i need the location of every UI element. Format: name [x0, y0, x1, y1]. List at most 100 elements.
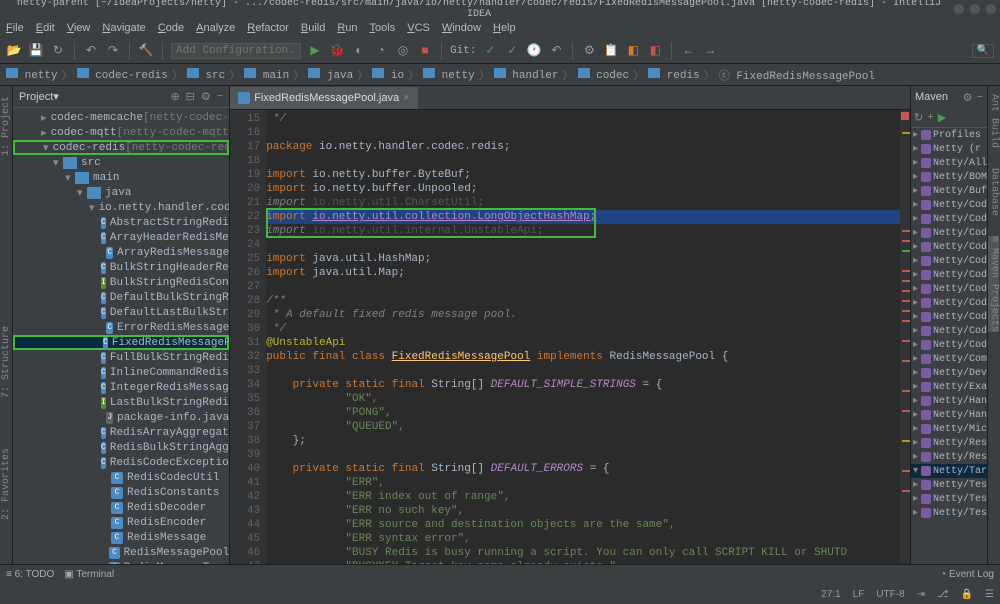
breadcrumb-item[interactable]: codec [578, 68, 630, 82]
maven-item[interactable]: ▸Netty/Cod [911, 212, 987, 226]
tab-fixedredismessagepool[interactable]: FixedRedisMessagePool.java × [230, 87, 417, 109]
tree-item-fixedredismessagepool[interactable]: CFixedRedisMessagePool [13, 335, 229, 350]
menu-run[interactable]: Run [337, 22, 357, 34]
tree-item-arrayredismessage[interactable]: CArrayRedisMessage [13, 245, 229, 260]
favorites-tool-tab[interactable]: 2: Favorites [1, 448, 12, 520]
save-icon[interactable]: 💾 [28, 43, 44, 59]
close-tab-icon[interactable]: × [403, 92, 409, 104]
app-icon-1[interactable]: ◧ [625, 43, 641, 59]
maven-item[interactable]: ▾Netty/Tar [911, 464, 987, 478]
database-tool-tab[interactable]: Database [988, 168, 999, 216]
git-branch[interactable]: ⎇ [937, 589, 949, 600]
expand-icon[interactable]: ⊕ [170, 90, 179, 103]
maven-item[interactable]: ▸Netty/Cod [911, 282, 987, 296]
maven-item[interactable]: ▸Netty/Dev [911, 366, 987, 380]
menu-build[interactable]: Build [301, 22, 325, 34]
maven-item[interactable]: ▸Netty/Res [911, 436, 987, 450]
tree-item-lastbulkstringrediscontent[interactable]: ILastBulkStringRedisContent [13, 395, 229, 410]
maven-item[interactable]: ▸Netty/Han [911, 394, 987, 408]
tree-item-defaultlastbulkstringrediscontent[interactable]: CDefaultLastBulkStringRedisContent [13, 305, 229, 320]
menu-analyze[interactable]: Analyze [196, 22, 235, 34]
tree-item-io-netty-handler-codec-redis[interactable]: ▾io.netty.handler.codec.redis [13, 200, 229, 215]
breadcrumb-item[interactable]: ⓒ FixedRedisMessagePool [719, 67, 875, 83]
ant-tool-tab[interactable]: Ant Build [988, 94, 999, 148]
event-log-tab[interactable]: ◔ Event Log [940, 569, 994, 580]
tree-item-redismessagetype[interactable]: CRedisMessageType [13, 560, 229, 564]
coverage-icon[interactable]: ◐ [351, 43, 367, 59]
profile-icon[interactable]: ◔ [373, 43, 389, 59]
tree-item-bulkstringrediscontent[interactable]: IBulkStringRedisContent [13, 275, 229, 290]
close-icon[interactable] [986, 4, 996, 14]
breadcrumb-item[interactable]: src [187, 68, 225, 82]
git-revert-icon[interactable]: ↶ [548, 43, 564, 59]
breadcrumb-item[interactable]: io [372, 68, 404, 82]
structure-tool-tab[interactable]: 7: Structure [1, 326, 12, 398]
run-icon[interactable]: ▶ [307, 43, 323, 59]
attach-icon[interactable]: ◎ [395, 43, 411, 59]
maven-item[interactable]: ▸Netty/Tes [911, 506, 987, 520]
tree-item-codec-redis[interactable]: ▾codec-redis [netty-codec-redis] [13, 140, 229, 155]
maven-item[interactable]: ▸Netty/Cod [911, 296, 987, 310]
maven-item[interactable]: ▸Netty/Cod [911, 310, 987, 324]
maven-item[interactable]: ▸Netty/All [911, 156, 987, 170]
mem-icon[interactable]: ☰ [985, 589, 994, 600]
tree-item-abstractstringredismessage[interactable]: CAbstractStringRedisMessage [13, 215, 229, 230]
menu-window[interactable]: Window [442, 22, 481, 34]
todo-tab[interactable]: ≡ 6: TODO [6, 569, 54, 580]
maven-tree[interactable]: ▸Profiles▸Netty (r▸Netty/All▸Netty/BOM▸N… [911, 128, 987, 564]
tree-item-main[interactable]: ▾main [13, 170, 229, 185]
tree-item-redisbulkstringaggregator[interactable]: CRedisBulkStringAggregator [13, 440, 229, 455]
menu-vcs[interactable]: VCS [407, 22, 430, 34]
maven-item[interactable]: ▸Netty (r [911, 142, 987, 156]
structure-icon[interactable]: 📋 [603, 43, 619, 59]
menu-edit[interactable]: Edit [36, 22, 55, 34]
tree-item-integerredismessage[interactable]: CIntegerRedisMessage [13, 380, 229, 395]
maven-tool-tab[interactable]: m Maven Projects [988, 236, 999, 332]
run-config-input[interactable] [171, 43, 301, 59]
tree-item-redismessage[interactable]: CRedisMessage [13, 530, 229, 545]
hide-icon[interactable]: − [977, 91, 983, 103]
maven-item[interactable]: ▸Netty/Res [911, 450, 987, 464]
maven-item[interactable]: ▸Netty/Han [911, 408, 987, 422]
menu-navigate[interactable]: Navigate [102, 22, 145, 34]
tree-item-redisdecoder[interactable]: CRedisDecoder [13, 500, 229, 515]
breadcrumb-item[interactable]: redis [648, 68, 700, 82]
maven-item[interactable]: ▸Netty/Exa [911, 380, 987, 394]
tree-item-errorredismessage[interactable]: CErrorRedisMessage [13, 320, 229, 335]
maven-item[interactable]: ▸Netty/Buf [911, 184, 987, 198]
git-history-icon[interactable]: 🕐 [526, 43, 542, 59]
breadcrumb-item[interactable]: handler [494, 68, 559, 82]
lock-icon[interactable]: 🔒 [961, 589, 973, 600]
menu-file[interactable]: File [6, 22, 24, 34]
tree-item-bulkstringheaderredismessage[interactable]: CBulkStringHeaderRedisMessage [13, 260, 229, 275]
maven-item[interactable]: ▸Netty/Cod [911, 226, 987, 240]
maximize-icon[interactable] [970, 4, 980, 14]
tree-item-codec-memcache[interactable]: ▸codec-memcache [netty-codec-memcache [13, 110, 229, 125]
maven-item[interactable]: ▸Netty/Cod [911, 240, 987, 254]
forward-icon[interactable]: → [702, 43, 718, 59]
menu-view[interactable]: View [67, 22, 91, 34]
stop-icon[interactable]: ■ [417, 43, 433, 59]
maven-item[interactable]: ▸Netty/Cod [911, 198, 987, 212]
line-sep[interactable]: LF [853, 589, 865, 600]
tree-item-rediscodecexception[interactable]: CRedisCodecException [13, 455, 229, 470]
tree-item-defaultbulkstringrediscontent[interactable]: CDefaultBulkStringRedisContent [13, 290, 229, 305]
back-icon[interactable]: ← [680, 43, 696, 59]
app-icon-2[interactable]: ◧ [647, 43, 663, 59]
open-icon[interactable]: 📂 [6, 43, 22, 59]
maven-item[interactable]: ▸Netty/Cod [911, 324, 987, 338]
breadcrumb-item[interactable]: main [244, 68, 289, 82]
menu-refactor[interactable]: Refactor [247, 22, 289, 34]
maven-item[interactable]: ▸Netty/BOM [911, 170, 987, 184]
refresh-icon[interactable]: ↻ [50, 43, 66, 59]
maven-add-icon[interactable]: + [927, 112, 934, 124]
breadcrumb-item[interactable]: java [308, 68, 353, 82]
maven-item[interactable]: ▸Netty/Tes [911, 492, 987, 506]
tree-item-arrayheaderredismessage[interactable]: CArrayHeaderRedisMessage [13, 230, 229, 245]
project-tool-tab[interactable]: 1: Project [1, 96, 12, 156]
tree-item-fullbulkstringredismessage[interactable]: CFullBulkStringRedisMessage [13, 350, 229, 365]
undo-icon[interactable]: ↶ [83, 43, 99, 59]
maven-refresh-icon[interactable]: ↻ [914, 111, 923, 125]
editor[interactable]: 1516171819202122232425262728293031323334… [230, 110, 910, 564]
hide-icon[interactable]: − [217, 90, 223, 103]
